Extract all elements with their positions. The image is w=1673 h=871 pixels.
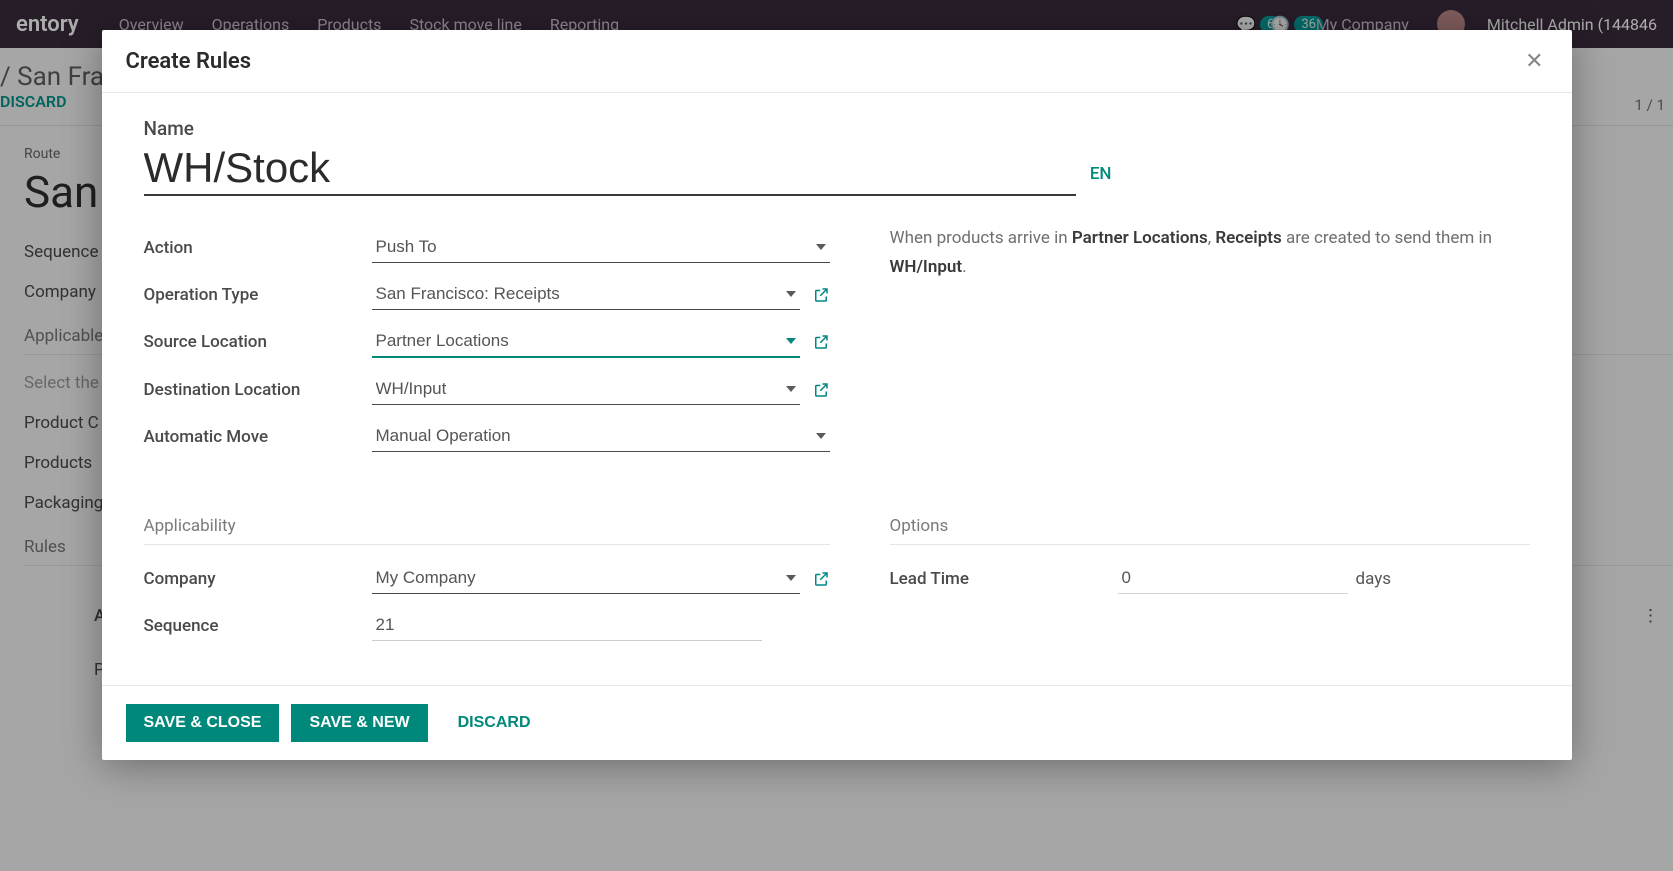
external-link-icon[interactable]	[812, 570, 830, 588]
create-rules-modal: Create Rules ✕ Name EN Action	[102, 30, 1572, 760]
external-link-icon[interactable]	[812, 381, 830, 399]
close-icon[interactable]: ✕	[1521, 48, 1547, 74]
modal-title: Create Rules	[126, 49, 252, 74]
modal-overlay: Create Rules ✕ Name EN Action	[0, 0, 1673, 871]
automatic-move-label: Automatic Move	[144, 427, 372, 447]
sequence-input[interactable]	[372, 610, 762, 641]
rule-description: When products arrive in Partner Location…	[890, 224, 1530, 282]
company-select[interactable]	[372, 563, 800, 594]
discard-button[interactable]: DISCARD	[440, 704, 549, 742]
lead-time-unit: days	[1356, 569, 1392, 589]
destination-location-label: Destination Location	[144, 380, 372, 400]
save-new-button[interactable]: SAVE & NEW	[291, 704, 427, 742]
applicability-section-title: Applicability	[144, 500, 830, 545]
name-label: Name	[144, 117, 1530, 140]
lead-time-label: Lead Time	[890, 569, 1118, 589]
source-location-label: Source Location	[144, 332, 372, 352]
options-section-title: Options	[890, 500, 1530, 545]
language-button[interactable]: EN	[1090, 164, 1112, 184]
lead-time-input[interactable]	[1118, 563, 1348, 594]
sequence-label: Sequence	[144, 616, 372, 636]
external-link-icon[interactable]	[812, 286, 830, 304]
operation-type-select[interactable]	[372, 279, 800, 310]
destination-location-select[interactable]	[372, 374, 800, 405]
company-label: Company	[144, 569, 372, 589]
operation-type-label: Operation Type	[144, 285, 372, 305]
action-select[interactable]	[372, 232, 830, 263]
name-input[interactable]	[144, 144, 1076, 194]
automatic-move-select[interactable]	[372, 421, 830, 452]
save-close-button[interactable]: SAVE & CLOSE	[126, 704, 280, 742]
action-label: Action	[144, 238, 372, 258]
source-location-select[interactable]	[372, 326, 800, 358]
external-link-icon[interactable]	[812, 333, 830, 351]
